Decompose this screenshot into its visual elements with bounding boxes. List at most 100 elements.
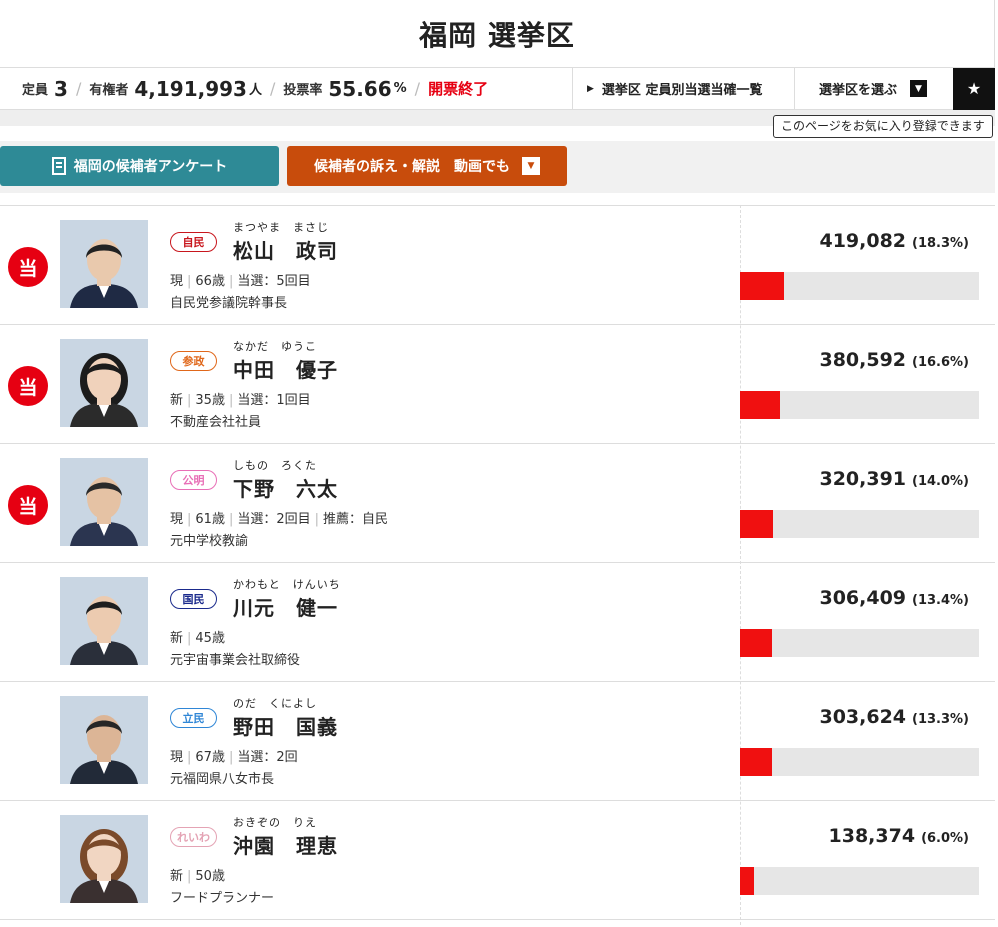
candidate-career: 不動産会社社員 xyxy=(170,415,262,430)
candidate-name[interactable]: 下野 六太 xyxy=(233,473,338,502)
vote-count: 320,391 (14.0%) xyxy=(819,468,969,490)
candidate-list: 当 自民 まつやま まさじ 松山 政司現 | 66歳 | 当選：5回目 自民党参議院幹事長 4… xyxy=(0,205,995,920)
vote-bar-fill xyxy=(740,748,772,776)
district-info-bar: 定員 3 / 有権者 4,191,993 人 / 投票率 55.66 % / 開… xyxy=(0,67,995,110)
candidate-meta-item: 新 xyxy=(170,869,184,884)
candidate-row[interactable]: 当 公明 しもの ろくた 下野 六太現 | 61歳 | 当選：2回目 | 推薦：自民 元中学校教諭… xyxy=(0,444,995,563)
separator: | xyxy=(187,631,192,646)
candidate-name[interactable]: 川元 健一 xyxy=(233,592,338,621)
candidate-row[interactable]: 当 参政 なかだ ゆうこ 中田 優子新 | 35歳 | 当選：1回目 不動産会社社員 380,… xyxy=(0,325,995,444)
separator: | xyxy=(187,750,192,765)
separator: | xyxy=(228,393,234,408)
vote-percent: (18.3%) xyxy=(912,236,969,251)
elected-badge: 当 xyxy=(8,366,48,406)
candidate-video-button[interactable]: 候補者の訴え・解説 動画でも ▼ xyxy=(287,146,567,186)
seats-label: 定員 xyxy=(22,83,49,98)
candidate-row[interactable]: 立民 のだ くによし 野田 国義現 | 67歳 | 当選：2回 元福岡県八女市長 303,62… xyxy=(0,682,995,801)
vote-count: 306,409 (13.4%) xyxy=(819,587,969,609)
candidate-name[interactable]: 中田 優子 xyxy=(233,354,338,383)
candidate-photo xyxy=(60,815,148,903)
vote-percent: (13.4%) xyxy=(912,593,969,608)
candidate-name[interactable]: 沖園 理恵 xyxy=(233,830,338,859)
counting-status: 開票終了 xyxy=(428,80,489,98)
vote-bar-fill xyxy=(740,510,773,538)
electors-value: 4,191,993 xyxy=(134,76,247,101)
vote-count: 303,624 (13.3%) xyxy=(819,706,969,728)
candidate-name-kana: のだ くによし xyxy=(233,697,317,710)
candidate-meta-item: 当選：2回目 xyxy=(237,512,311,527)
candidate-meta-item: 現 xyxy=(170,512,184,527)
candidate-meta-item: 45歳 xyxy=(195,631,225,646)
candidate-photo xyxy=(60,339,148,427)
vote-bar-track xyxy=(740,748,979,776)
candidate-row[interactable]: 国民 かわもと けんいち 川元 健一新 | 45歳 元宇宙事業会社取締役 306,409 (… xyxy=(0,563,995,682)
turnout-value: 55.66 xyxy=(328,76,392,101)
winners-list-link[interactable]: ▶ 選挙区 定員別当選当確一覧 xyxy=(572,67,794,110)
candidate-name-kana: まつやま まさじ xyxy=(233,221,329,234)
candidate-meta-item: 50歳 xyxy=(195,869,225,884)
candidate-name[interactable]: 松山 政司 xyxy=(233,235,338,264)
candidate-name-kana: しもの ろくた xyxy=(233,459,317,472)
candidate-meta-item: 現 xyxy=(170,750,184,765)
candidate-meta-item: 35歳 xyxy=(195,393,225,408)
separator: | xyxy=(187,869,192,884)
vote-number: 303,624 xyxy=(819,706,907,728)
vote-bar-track xyxy=(740,391,979,419)
electors-unit: 人 xyxy=(248,83,262,98)
candidate-row[interactable]: 当 自民 まつやま まさじ 松山 政司現 | 66歳 | 当選：5回目 自民党参議院幹事長 4… xyxy=(0,206,995,325)
vote-bar-fill xyxy=(740,629,772,657)
vote-bar-track xyxy=(740,510,979,538)
candidate-name-kana: かわもと けんいち xyxy=(233,578,341,591)
candidate-meta-item: 現 xyxy=(170,274,184,289)
candidate-meta: 新 | 45歳 xyxy=(170,627,225,646)
elected-badge: 当 xyxy=(8,247,48,287)
page-title: 福岡 選挙区 xyxy=(419,18,575,52)
vote-number: 380,592 xyxy=(819,349,907,371)
candidate-meta-item: 新 xyxy=(170,631,184,646)
candidate-row[interactable]: れいわ おきぞの りえ 沖園 理恵新 | 50歳 フードプランナー 138,374 (6.0… xyxy=(0,801,995,920)
favorite-button[interactable]: ★ xyxy=(953,67,995,110)
separator: | xyxy=(228,274,234,289)
candidate-meta-item: 67歳 xyxy=(195,750,225,765)
divider: / xyxy=(269,79,276,98)
candidate-meta: 新 | 50歳 xyxy=(170,865,225,884)
vote-count: 380,592 (16.6%) xyxy=(819,349,969,371)
turnout-unit: % xyxy=(393,81,407,96)
vote-number: 306,409 xyxy=(819,587,907,609)
vote-bar-fill xyxy=(740,867,754,895)
vote-count: 419,082 (18.3%) xyxy=(819,230,969,252)
chevron-down-icon: ▼ xyxy=(522,157,540,175)
document-icon xyxy=(51,157,66,175)
vote-number: 320,391 xyxy=(819,468,907,490)
vote-bar-track xyxy=(740,272,979,300)
candidate-meta-item: 66歳 xyxy=(195,274,225,289)
seats-value: 3 xyxy=(54,76,68,101)
star-icon: ★ xyxy=(966,79,982,98)
chevron-down-icon: ▼ xyxy=(910,80,928,97)
candidate-career: 元福岡県八女市長 xyxy=(170,772,275,787)
triangle-right-icon: ▶ xyxy=(587,83,594,94)
candidate-photo xyxy=(60,458,148,546)
candidate-meta-item: 新 xyxy=(170,393,184,408)
vote-bar-track xyxy=(740,629,979,657)
candidate-photo xyxy=(60,577,148,665)
candidate-career: 元中学校教諭 xyxy=(170,534,249,549)
candidate-meta: 現 | 61歳 | 当選：2回目 | 推薦：自民 xyxy=(170,508,388,527)
candidate-meta-item: 当選：1回目 xyxy=(237,393,311,408)
candidate-name[interactable]: 野田 国義 xyxy=(233,711,338,740)
party-badge: れいわ xyxy=(170,827,217,847)
party-badge: 自民 xyxy=(170,232,217,252)
page-header: 福岡 選挙区 xyxy=(0,0,995,68)
candidate-meta: 新 | 35歳 | 当選：1回目 xyxy=(170,389,311,408)
select-district-button[interactable]: 選挙区を選ぶ ▼ xyxy=(794,67,953,110)
party-badge: 公明 xyxy=(170,470,217,490)
candidate-name-kana: なかだ ゆうこ xyxy=(233,340,317,353)
electors-label: 有権者 xyxy=(89,83,129,98)
candidate-career: 自民党参議院幹事長 xyxy=(170,296,288,311)
divider: / xyxy=(414,79,421,98)
candidate-meta-item: 当選：2回 xyxy=(237,750,298,765)
separator: | xyxy=(228,512,234,527)
candidate-survey-button[interactable]: 福岡の候補者アンケート xyxy=(0,146,279,186)
candidate-meta: 現 | 66歳 | 当選：5回目 xyxy=(170,270,311,289)
party-badge: 参政 xyxy=(170,351,217,371)
